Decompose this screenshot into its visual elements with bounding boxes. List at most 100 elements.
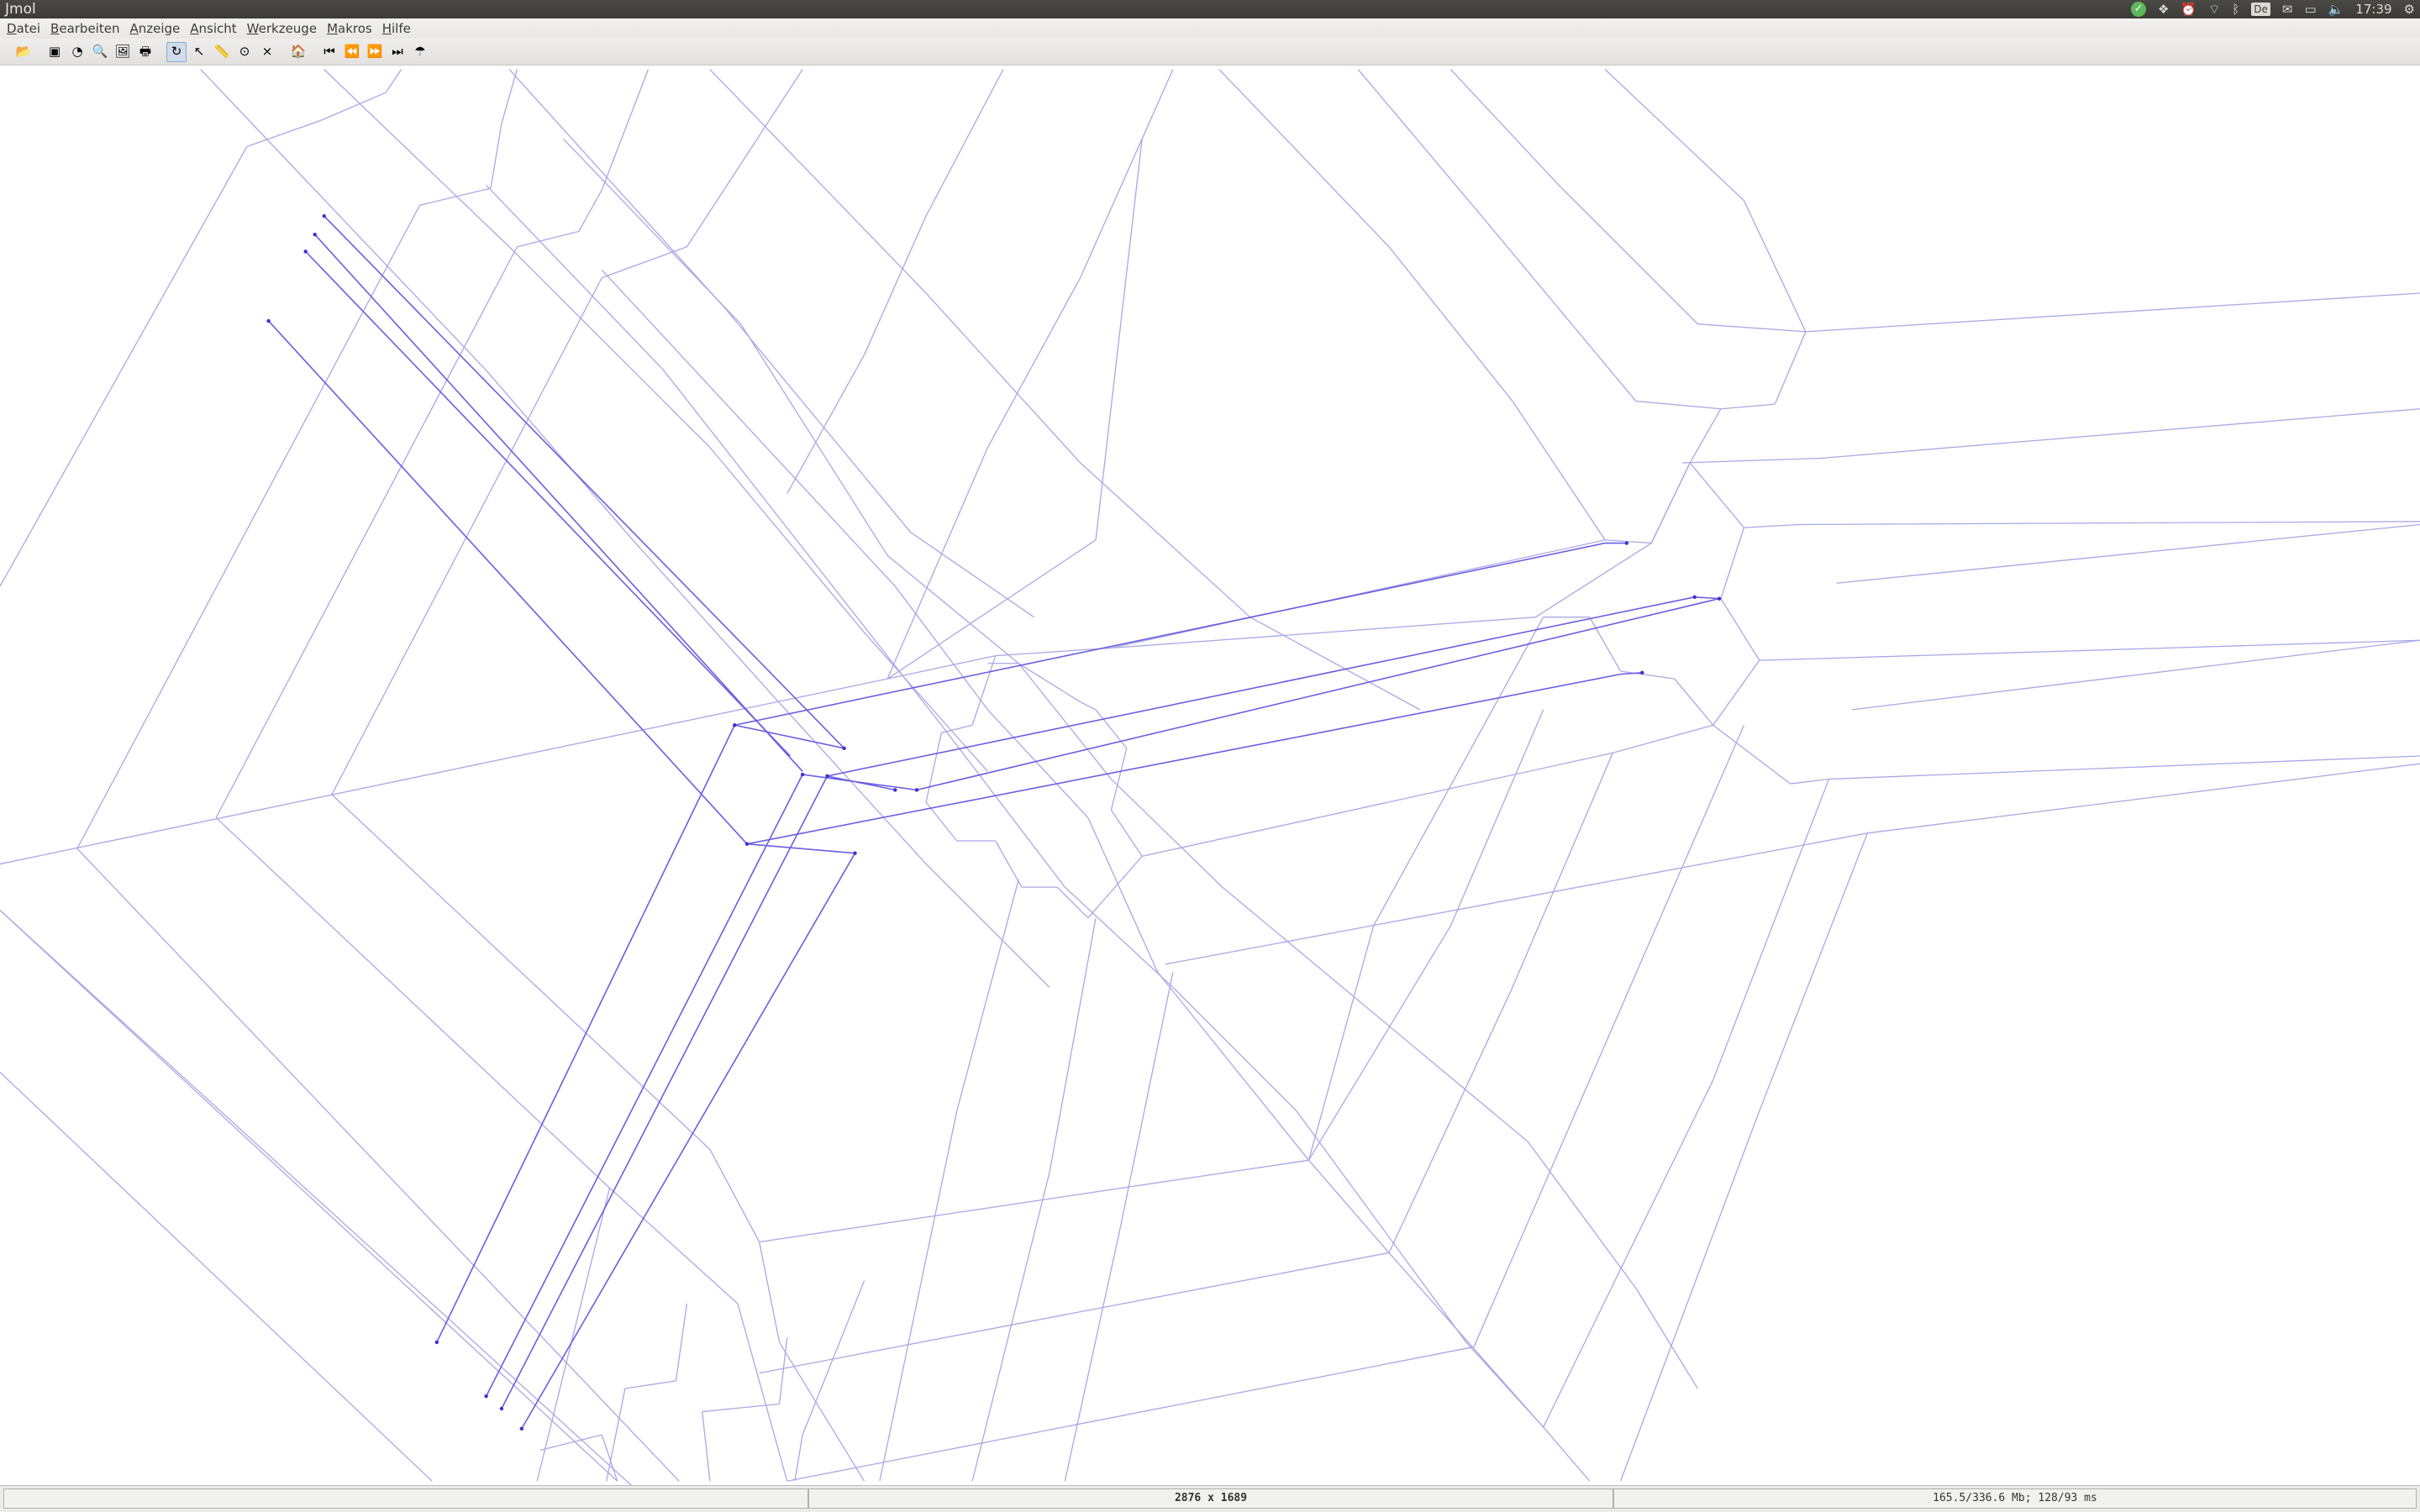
bond-line: [1018, 663, 1081, 703]
checkmark-icon[interactable]: ✓: [2130, 2, 2146, 17]
status-left: [3, 1488, 808, 1509]
bond-line: [1095, 139, 1143, 540]
clock[interactable]: 17:39: [2355, 2, 2391, 17]
bond-line: [1308, 1159, 1390, 1253]
bond-line: [1064, 886, 1174, 988]
bond-line: [794, 1435, 803, 1482]
bond-line: [827, 775, 896, 791]
open-file-button[interactable]: 📂: [13, 42, 34, 62]
rotate-button[interactable]: ↻: [166, 41, 187, 62]
preferences-button[interactable]: ◔: [67, 42, 87, 62]
bond-line: [314, 234, 803, 772]
atom-dot: [744, 842, 750, 846]
bond-line: [1759, 832, 1869, 1111]
settings-gear-icon[interactable]: ⚙: [2404, 0, 2415, 18]
bond-line: [709, 447, 865, 633]
pick-cursor-button[interactable]: ↖: [189, 42, 209, 62]
previous-frame-button[interactable]: ⏪: [342, 42, 362, 62]
bond-line: [200, 69, 487, 371]
bond-line: [1056, 886, 1089, 919]
menu-bar: Datei Bearbeiten Anzeige Ansicht Werkzeu…: [0, 18, 2420, 39]
toolbar: 📂 ▣ ◔ 🔍 🖼 🖶 ↻ ↖ 📏 ⊙ ⨯ 🏠 ⏮ ⏪ ⏩ ⏭ ☂: [0, 39, 2420, 66]
bond-line: [675, 1303, 687, 1381]
wireframe-structure[interactable]: [0, 66, 2420, 1485]
dropbox-icon[interactable]: ❖: [2158, 0, 2169, 18]
bond-line: [609, 1187, 739, 1305]
bond-line: [1821, 408, 2420, 459]
bond-line: [802, 1280, 865, 1436]
bond-line: [1681, 457, 1822, 464]
volume-icon[interactable]: 🔈: [2328, 0, 2344, 18]
wifi-icon[interactable]: ⌔: [2208, 0, 2220, 18]
bond-line: [1712, 724, 1791, 785]
spin-search-button[interactable]: ⊙: [234, 42, 255, 62]
about-button[interactable]: ☂: [410, 42, 430, 62]
atom-dot: [434, 1340, 439, 1345]
atom-dot: [893, 788, 897, 792]
bond-line: [1620, 670, 1675, 680]
cross-select-button[interactable]: ⨯: [257, 42, 277, 62]
bond-line: [910, 532, 1034, 618]
spin-search-icon: ⊙: [239, 44, 250, 59]
play-button[interactable]: ⏩: [365, 42, 385, 62]
bond-line: [1836, 523, 2420, 584]
bond-line: [1689, 462, 1744, 528]
previous-frame-icon: ⏪: [344, 44, 360, 59]
print-button[interactable]: 🖶: [135, 42, 155, 62]
print-icon: 🖶: [139, 44, 152, 59]
atom-dot: [303, 249, 308, 254]
bond-line: [436, 724, 735, 1343]
bond-line: [1720, 598, 1760, 661]
bond-line: [485, 774, 803, 1397]
bond-line: [1720, 527, 1745, 599]
menu-makros[interactable]: Makros: [327, 21, 372, 36]
molecule-viewer-canvas[interactable]: [0, 66, 2420, 1485]
menu-datei[interactable]: Datei: [7, 21, 40, 36]
home-view-button[interactable]: 🏠: [288, 42, 308, 62]
bond-line: [419, 187, 492, 206]
bond-line: [1851, 639, 2420, 711]
menu-anzeige[interactable]: Anzeige: [129, 21, 180, 36]
menu-werkzeuge[interactable]: Werkzeuge: [247, 21, 317, 36]
bond-line: [1743, 200, 1807, 333]
bond-line: [1805, 292, 2420, 333]
alarm-icon[interactable]: ⏰: [2181, 0, 2196, 18]
bond-line: [539, 1434, 602, 1452]
bond-line: [1172, 987, 1297, 1111]
bond-line: [331, 277, 602, 795]
bond-line: [894, 585, 989, 711]
bluetooth-icon[interactable]: ᛒ: [2232, 0, 2239, 18]
bond-line: [508, 69, 726, 309]
bond-line: [925, 864, 1050, 988]
last-frame-button[interactable]: ⏭: [387, 42, 408, 62]
bond-line: [925, 69, 1004, 217]
mail-icon[interactable]: ✉: [2282, 0, 2293, 18]
find-button[interactable]: 🔍: [90, 42, 110, 62]
home-view-icon: 🏠: [290, 44, 307, 59]
bond-line: [1165, 832, 1868, 965]
atom-dot: [1624, 541, 1629, 545]
menu-ansicht[interactable]: Ansicht: [190, 21, 236, 36]
bond-line: [0, 1072, 433, 1482]
atom-dot: [519, 1426, 524, 1431]
script-console-button[interactable]: ▣: [45, 42, 65, 62]
bond-line: [1080, 139, 1143, 278]
bond-line: [1110, 809, 1143, 857]
battery-icon[interactable]: ▭: [2304, 0, 2316, 18]
keyboard-layout-indicator[interactable]: De: [2251, 3, 2270, 16]
menu-bearbeiten[interactable]: Bearbeiten: [50, 21, 119, 36]
first-frame-button[interactable]: ⏮: [319, 42, 339, 62]
bond-line: [940, 724, 1065, 888]
menu-hilfe[interactable]: Hilfe: [382, 21, 411, 36]
bond-line: [941, 724, 973, 734]
bond-line: [1307, 925, 1452, 1161]
atom-dot: [266, 318, 271, 323]
bond-line: [863, 215, 927, 355]
export-image-button[interactable]: 🖼: [113, 42, 133, 62]
bond-line: [602, 246, 687, 279]
bond-line: [490, 123, 502, 189]
bond-line: [624, 1380, 676, 1389]
bond-line: [886, 554, 1019, 664]
measure-ruler-button[interactable]: 📏: [212, 42, 232, 62]
bond-line: [1635, 400, 1721, 410]
